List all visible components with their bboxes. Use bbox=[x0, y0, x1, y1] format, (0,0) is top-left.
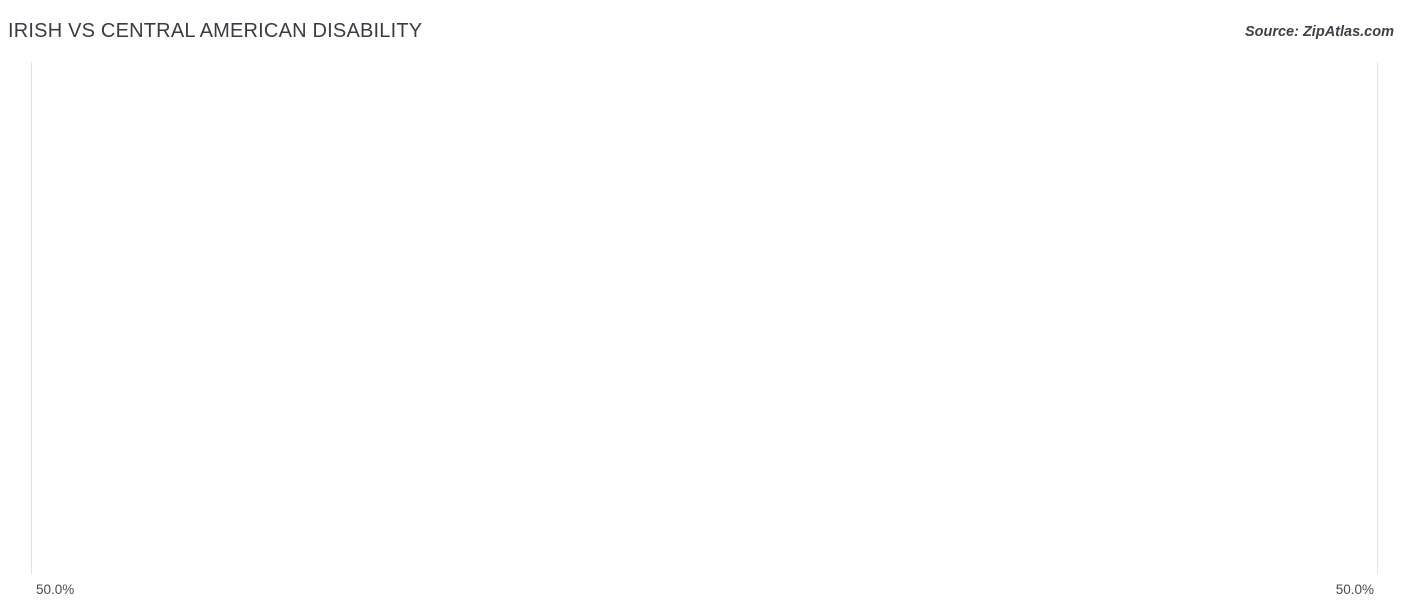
axis-label-left: 50.0% bbox=[36, 582, 75, 597]
diverging-bar-chart bbox=[0, 62, 1406, 574]
chart-header: IRISH VS CENTRAL AMERICAN DISABILITY Sou… bbox=[0, 0, 1406, 56]
chart-footer: 50.0% 50.0% bbox=[0, 574, 1406, 612]
gridline-right bbox=[1377, 62, 1378, 574]
axis-label-right: 50.0% bbox=[1335, 582, 1374, 597]
page-title: IRISH VS CENTRAL AMERICAN DISABILITY bbox=[8, 20, 423, 42]
gridline-left bbox=[31, 62, 32, 574]
source-attribution: Source: ZipAtlas.com bbox=[1244, 24, 1394, 40]
